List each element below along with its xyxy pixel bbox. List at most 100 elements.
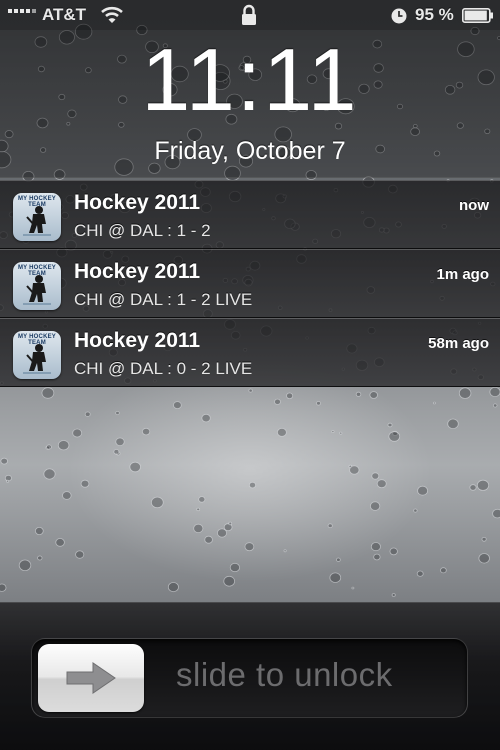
water-droplet — [391, 593, 396, 597]
water-droplet — [349, 465, 360, 475]
water-droplet — [283, 549, 287, 553]
water-droplet — [129, 461, 141, 473]
notification-app-name: Hockey 2011 — [74, 260, 201, 283]
notification-message: CHI @ DAL : 0 - 2 LIVE — [74, 359, 253, 378]
water-droplet — [476, 479, 490, 491]
water-droplet — [62, 491, 72, 500]
notification-item[interactable]: MY HOCKEY TEAM Hockey 2011 CHI @ DAL : 1… — [0, 249, 500, 318]
water-droplet — [228, 521, 233, 526]
water-droplet — [248, 481, 256, 489]
water-droplet — [493, 403, 498, 408]
water-droplet — [41, 387, 55, 399]
water-droplet — [115, 437, 125, 446]
water-droplet — [327, 523, 333, 528]
water-droplet — [440, 567, 447, 574]
water-droplet — [72, 428, 83, 438]
water-droplet — [369, 501, 381, 511]
water-droplet — [369, 391, 378, 399]
water-droplet — [223, 575, 236, 587]
water-droplet — [0, 457, 8, 465]
water-droplet — [316, 401, 321, 406]
status-bar: AT&T 95 % — [0, 0, 500, 30]
water-droplet — [478, 553, 490, 564]
notification-time: 1m ago — [436, 266, 489, 283]
wifi-icon — [101, 6, 123, 23]
water-droplet — [6, 479, 10, 483]
water-droplet — [329, 572, 342, 583]
water-droplet — [469, 484, 477, 491]
water-droplet — [75, 550, 85, 559]
water-droplet — [204, 535, 213, 544]
notification-item[interactable]: MY HOCKEY TEAM Hockey 2011 CHI @ DAL : 1… — [0, 180, 500, 249]
water-droplet — [248, 388, 253, 393]
water-droplet — [115, 410, 120, 415]
hockey-app-icon: MY HOCKEY TEAM — [13, 262, 61, 310]
notification-app-name: Hockey 2011 — [74, 329, 201, 352]
hockey-player-icon — [23, 275, 51, 305]
slide-to-unlock-label: slide to unlock — [176, 656, 393, 693]
water-droplet — [113, 449, 120, 455]
water-droplet — [142, 427, 151, 436]
alarm-clock-icon — [391, 8, 407, 24]
water-droplet — [80, 479, 90, 488]
water-droplet — [355, 391, 362, 397]
water-droplet — [331, 430, 335, 434]
water-droplet — [416, 570, 424, 577]
hockey-app-icon: MY HOCKEY TEAM — [13, 331, 61, 379]
water-droplet — [413, 508, 418, 513]
water-droplet — [46, 444, 52, 450]
water-droplet — [57, 440, 70, 451]
water-droplet — [229, 562, 240, 573]
notification-message: CHI @ DAL : 1 - 2 — [74, 221, 211, 240]
water-droplet — [18, 559, 32, 572]
water-droplet — [167, 582, 179, 593]
water-droplet — [196, 507, 201, 512]
water-droplet — [286, 392, 294, 399]
notification-item[interactable]: MY HOCKEY TEAM Hockey 2011 CHI @ DAL : 0… — [0, 318, 500, 387]
notification-time: now — [459, 197, 489, 214]
water-droplet — [458, 387, 472, 399]
battery-icon — [462, 8, 493, 23]
water-droplet — [84, 411, 91, 417]
battery-percentage: 95 % — [415, 5, 454, 24]
water-droplet — [244, 542, 255, 552]
arrow-right-icon — [66, 662, 116, 694]
lock-icon — [242, 4, 256, 25]
unlock-bar: slide to unlock — [0, 602, 500, 750]
water-droplet — [489, 387, 500, 397]
water-droplet — [193, 523, 204, 534]
water-droplet — [376, 479, 387, 489]
water-droplet — [34, 527, 44, 536]
water-droplet — [492, 508, 500, 519]
water-droplet — [276, 427, 287, 437]
water-droplet — [388, 431, 401, 442]
lock-screen-time: 11:11 — [141, 30, 359, 129]
water-droplet — [481, 536, 487, 542]
unlock-slider-knob[interactable] — [38, 644, 144, 712]
notification-list: MY HOCKEY TEAM Hockey 2011 CHI @ DAL : 1… — [0, 180, 500, 387]
hockey-player-icon — [23, 344, 51, 374]
water-droplet — [373, 553, 381, 561]
water-droplet — [274, 398, 281, 405]
notification-app-name: Hockey 2011 — [74, 191, 201, 214]
signal-icon — [8, 9, 36, 13]
water-droplet — [447, 418, 459, 430]
water-droplet — [370, 542, 381, 552]
water-droplet — [387, 422, 393, 428]
water-droplet — [173, 401, 182, 410]
water-droplet — [198, 496, 206, 503]
water-droplet — [0, 583, 7, 592]
hockey-app-icon: MY HOCKEY TEAM — [13, 193, 61, 241]
water-droplet — [417, 485, 429, 496]
notification-message: CHI @ DAL : 1 - 2 LIVE — [74, 290, 253, 309]
water-droplet — [351, 586, 355, 590]
water-droplet — [389, 547, 398, 556]
water-droplet — [432, 401, 436, 405]
water-droplet — [336, 557, 341, 562]
lock-screen-date: Friday, October 7 — [154, 137, 346, 165]
water-droplet — [201, 413, 211, 423]
water-droplet — [216, 528, 227, 538]
notification-time: 58m ago — [428, 335, 489, 352]
water-droplet — [371, 472, 380, 480]
water-droplet — [339, 431, 343, 435]
